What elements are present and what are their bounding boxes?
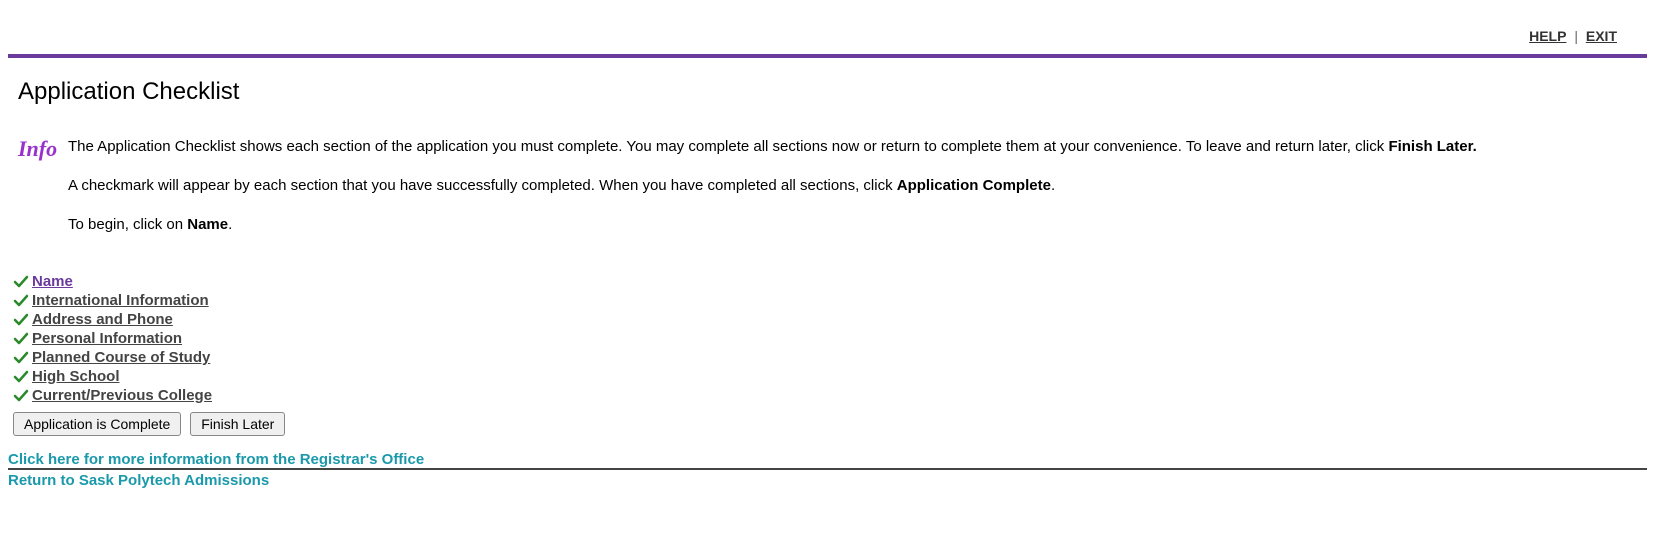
checkmark-icon xyxy=(13,369,29,385)
checklist-item: International Information xyxy=(13,292,1647,309)
footer: Click here for more information from the… xyxy=(8,451,1647,491)
checklist-item: Planned Course of Study xyxy=(13,349,1647,366)
info-paragraph-1: The Application Checklist shows each sec… xyxy=(68,136,1477,157)
checklist-link[interactable]: Address and Phone xyxy=(32,311,173,328)
application-complete-button[interactable]: Application is Complete xyxy=(13,412,181,436)
checklist-link[interactable]: Personal Information xyxy=(32,330,182,347)
nav-separator: | xyxy=(1574,28,1578,44)
help-link[interactable]: HELP xyxy=(1529,28,1566,44)
footer-divider: Return to Sask Polytech Admissions xyxy=(8,468,1647,491)
finish-later-button[interactable]: Finish Later xyxy=(190,412,285,436)
top-nav: HELP | EXIT xyxy=(8,8,1647,54)
exit-link[interactable]: EXIT xyxy=(1586,28,1617,44)
checkmark-icon xyxy=(13,350,29,366)
return-admissions-link[interactable]: Return to Sask Polytech Admissions xyxy=(8,470,1647,491)
checklist-link[interactable]: Current/Previous College xyxy=(32,387,212,404)
info-icon: Info xyxy=(18,136,58,162)
info-text: The Application Checklist shows each sec… xyxy=(68,136,1477,253)
info-paragraph-2: A checkmark will appear by each section … xyxy=(68,175,1477,196)
info-text-span: The Application Checklist shows each sec… xyxy=(68,138,1388,155)
info-text-span: To begin, click on xyxy=(68,216,187,233)
page-title: Application Checklist xyxy=(18,78,1647,106)
checkmark-icon xyxy=(13,388,29,404)
info-text-bold: Application Complete xyxy=(897,177,1051,194)
checkmark-icon xyxy=(13,274,29,290)
info-text-span: A checkmark will appear by each section … xyxy=(68,177,897,194)
checklist-link[interactable]: High School xyxy=(32,368,120,385)
header-divider xyxy=(8,54,1647,58)
checkmark-icon xyxy=(13,293,29,309)
info-text-span: . xyxy=(1051,177,1055,194)
info-section: Info The Application Checklist shows eac… xyxy=(8,136,1647,253)
checklist-link[interactable]: Name xyxy=(32,273,73,290)
checklist-link[interactable]: International Information xyxy=(32,292,209,309)
checklist-item: Name xyxy=(13,273,1647,290)
checkmark-icon xyxy=(13,331,29,347)
checklist-item: Current/Previous College xyxy=(13,387,1647,404)
checklist-item: Address and Phone xyxy=(13,311,1647,328)
checklist-item: High School xyxy=(13,368,1647,385)
info-text-bold: Name xyxy=(187,216,228,233)
checkmark-icon xyxy=(13,312,29,328)
registrar-info-link[interactable]: Click here for more information from the… xyxy=(8,451,1647,468)
info-text-bold: Finish Later. xyxy=(1388,138,1476,155)
info-text-span: . xyxy=(228,216,232,233)
button-row: Application is Complete Finish Later xyxy=(8,412,1647,436)
checklist-item: Personal Information xyxy=(13,330,1647,347)
info-paragraph-3: To begin, click on Name. xyxy=(68,214,1477,235)
checklist: Name International Information Address and… xyxy=(8,273,1647,404)
checklist-link[interactable]: Planned Course of Study xyxy=(32,349,210,366)
